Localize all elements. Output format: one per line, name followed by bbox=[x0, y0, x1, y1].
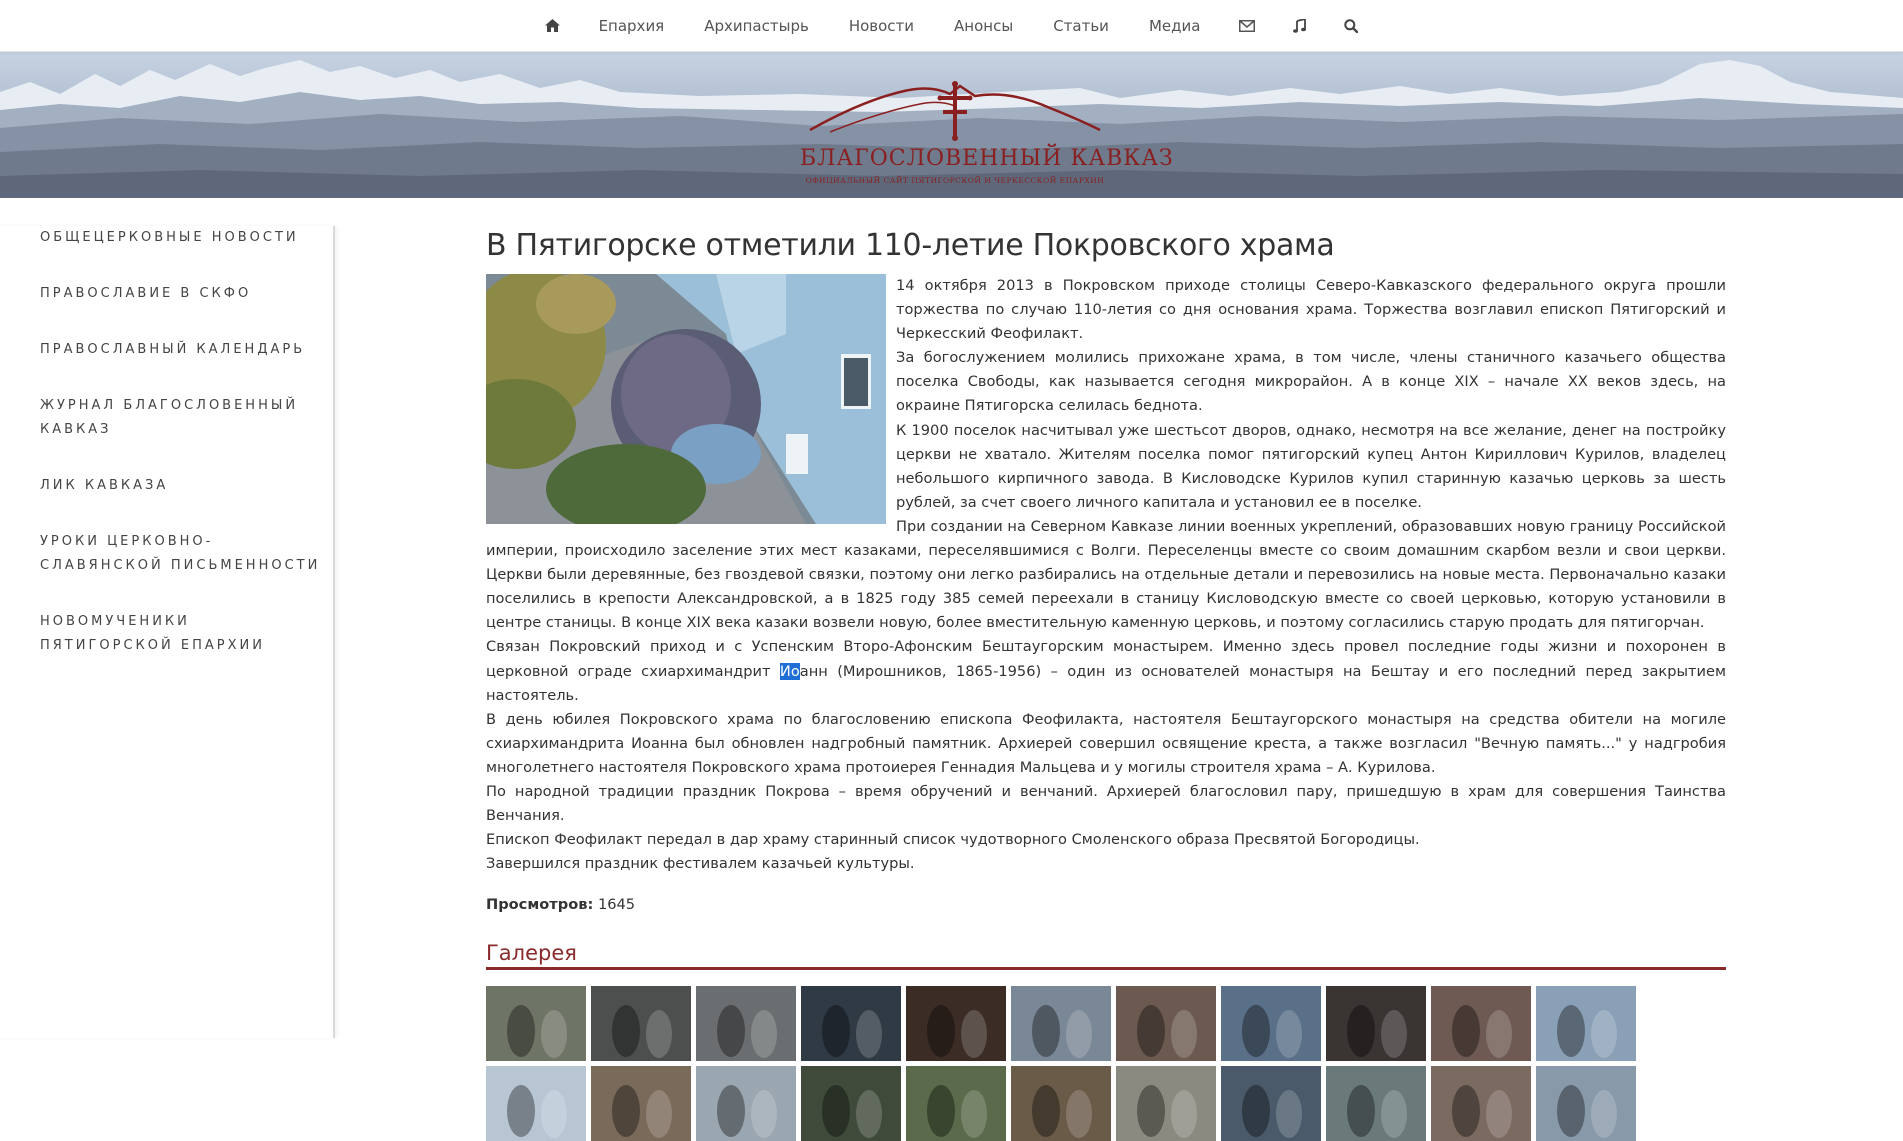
logo-emblem bbox=[809, 81, 1101, 141]
views-counter: Просмотров: 1645 bbox=[486, 896, 1726, 913]
logo-subtitle: ОФИЦИАЛЬНЫЙ САЙТ ПЯТИГОРСКОЙ И ЧЕРКЕССКО… bbox=[805, 176, 1105, 185]
gallery-thumbnail[interactable] bbox=[1536, 1066, 1636, 1141]
article-paragraph: Епископ Феофилакт передал в дар храму ст… bbox=[486, 831, 1420, 849]
sidebar-item-new-martyrs[interactable]: НОВОМУЧЕНИКИ ПЯТИГОРСКОЙ ЕПАРХИИ bbox=[40, 610, 325, 658]
selected-text: Ио bbox=[779, 662, 800, 680]
gallery-thumbnail[interactable] bbox=[1326, 1066, 1426, 1141]
nav-item-media[interactable]: Медиа bbox=[1129, 0, 1220, 51]
gallery-thumbnail[interactable] bbox=[486, 1066, 586, 1141]
gallery-thumbnail[interactable] bbox=[696, 1066, 796, 1141]
sidebar-menu: ОБЩЕЦЕРКОВНЫЕ НОВОСТИ ПРАВОСЛАВИЕ В СКФО… bbox=[0, 226, 333, 658]
top-navigation: Епархия Архипастырь Новости Анонсы Стать… bbox=[0, 0, 1903, 52]
gallery-thumbnail[interactable] bbox=[801, 986, 901, 1062]
nav-item-archpastor[interactable]: Архипастырь bbox=[684, 0, 829, 51]
gallery-thumbnail[interactable] bbox=[1326, 986, 1426, 1062]
music-icon[interactable] bbox=[1274, 0, 1325, 51]
gallery-thumbnail[interactable] bbox=[1116, 1066, 1216, 1141]
main-content: В Пятигорске отметили 110-летие Покровск… bbox=[486, 226, 1726, 1141]
gallery-thumbnail[interactable] bbox=[1221, 1066, 1321, 1141]
gallery-thumbnail[interactable] bbox=[1011, 1066, 1111, 1141]
gallery-thumbnail[interactable] bbox=[906, 986, 1006, 1062]
article-body: 14 октября 2013 в Покровском приходе сто… bbox=[486, 274, 1726, 876]
gallery-thumbnail[interactable] bbox=[801, 1066, 901, 1141]
nav-item-articles[interactable]: Статьи bbox=[1033, 0, 1129, 51]
sidebar-item-lik-kavkaza[interactable]: ЛИК КАВКАЗА bbox=[40, 474, 325, 498]
gallery-title: Галерея bbox=[486, 941, 1726, 971]
gallery-grid bbox=[486, 986, 1726, 1141]
header-banner: БЛАГОСЛОВЕННЫЙ КАВКАЗ ОФИЦИАЛЬНЫЙ САЙТ П… bbox=[0, 52, 1903, 198]
sidebar-item-journal[interactable]: ЖУРНАЛ БЛАГОСЛОВЕННЫЙ КАВКАЗ bbox=[40, 394, 325, 442]
nav-item-announcements[interactable]: Анонсы bbox=[934, 0, 1033, 51]
gallery-thumbnail[interactable] bbox=[1536, 986, 1636, 1062]
article-photo[interactable] bbox=[486, 274, 886, 524]
sidebar-item-church-news[interactable]: ОБЩЕЦЕРКОВНЫЕ НОВОСТИ bbox=[40, 226, 325, 250]
sidebar-item-orthodoxy-skfo[interactable]: ПРАВОСЛАВИЕ В СКФО bbox=[40, 282, 325, 306]
gallery-thumbnail[interactable] bbox=[486, 986, 586, 1062]
article-paragraph: Связан Покровский приход и с Успенским В… bbox=[486, 635, 1726, 707]
views-count: 1645 bbox=[597, 896, 636, 914]
gallery-thumbnail[interactable] bbox=[696, 986, 796, 1062]
article-paragraph: В день юбилея Покровского храма по благо… bbox=[486, 710, 1726, 776]
site-logo[interactable]: БЛАГОСЛОВЕННЫЙ КАВКАЗ ОФИЦИАЛЬНЫЙ САЙТ П… bbox=[800, 72, 1174, 196]
article-paragraph: По народной традиции праздник Покрова – … bbox=[486, 782, 1726, 825]
article-title: В Пятигорске отметили 110-летие Покровск… bbox=[486, 228, 1335, 263]
sidebar-item-church-slavonic[interactable]: УРОКИ ЦЕРКОВНО-СЛАВЯНСКОЙ ПИСЬМЕННОСТИ bbox=[40, 530, 325, 578]
gallery-thumbnail[interactable] bbox=[1011, 986, 1111, 1062]
sidebar-item-calendar[interactable]: ПРАВОСЛАВНЫЙ КАЛЕНДАРЬ bbox=[40, 338, 325, 362]
sidebar: ОБЩЕЦЕРКОВНЫЕ НОВОСТИ ПРАВОСЛАВИЕ В СКФО… bbox=[0, 226, 335, 1038]
nav-item-eparchy[interactable]: Епархия bbox=[579, 0, 685, 51]
logo-title: БЛАГОСЛОВЕННЫЙ КАВКАЗ bbox=[800, 146, 1174, 171]
envelope-icon[interactable] bbox=[1220, 0, 1274, 51]
views-label: Просмотров: bbox=[486, 896, 594, 914]
search-icon[interactable] bbox=[1325, 0, 1377, 51]
gallery-thumbnail[interactable] bbox=[906, 1066, 1006, 1141]
article-paragraph: При создании на Северном Кавказе линии в… bbox=[486, 517, 1726, 632]
nav-item-news[interactable]: Новости bbox=[829, 0, 934, 51]
home-icon[interactable] bbox=[526, 0, 579, 51]
article-paragraph: Завершился праздник фестивалем казачьей … bbox=[486, 855, 915, 873]
gallery-thumbnail[interactable] bbox=[1431, 986, 1531, 1062]
gallery-thumbnail[interactable] bbox=[1431, 1066, 1531, 1141]
gallery-thumbnail[interactable] bbox=[591, 986, 691, 1062]
gallery-thumbnail[interactable] bbox=[591, 1066, 691, 1141]
gallery-thumbnail[interactable] bbox=[1221, 986, 1321, 1062]
gallery-thumbnail[interactable] bbox=[1116, 986, 1216, 1062]
